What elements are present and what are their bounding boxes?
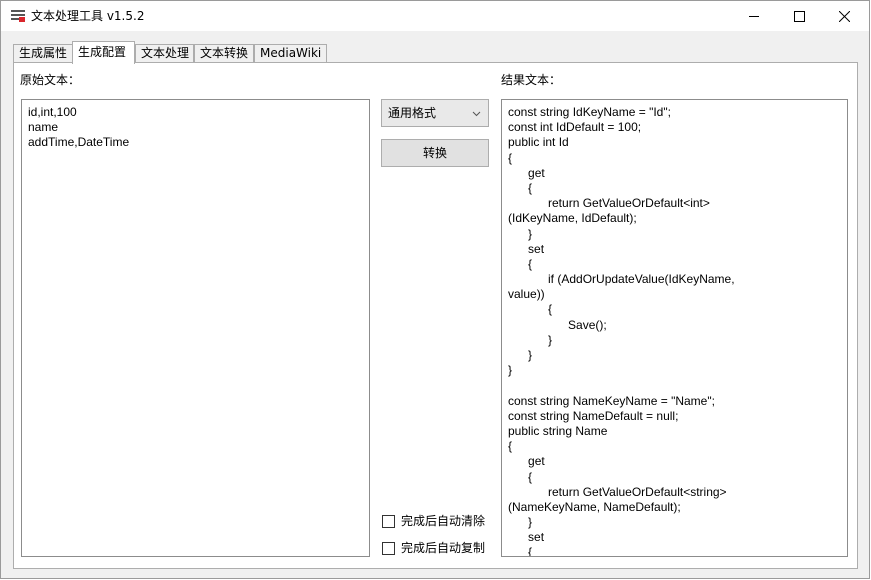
chevron-down-icon [472, 111, 481, 117]
text-line: const int IdDefault = 100; [508, 120, 642, 135]
config-tab-panel: 原始文本： id,int,100 name addTime,DateTime 通用格… [13, 62, 858, 569]
text-line: if (AddOrUpdateValue(IdKeyName, [508, 272, 735, 287]
text-line: name [28, 120, 59, 135]
text-line: } [508, 332, 553, 347]
text-line: { [508, 545, 533, 557]
text-line: } [508, 226, 533, 241]
format-select-value: 通用格式 [388, 106, 437, 120]
text-line: (IdKeyName, IdDefault); [508, 211, 637, 226]
text-line: return GetValueOrDefault<int> [508, 196, 710, 211]
tab-text-conversion[interactable]: 文本转换 [194, 44, 254, 63]
text-line: { [508, 150, 513, 165]
result-text-label: 结果文本： [501, 73, 562, 87]
close-icon [838, 10, 850, 22]
text-line: } [508, 348, 533, 362]
minimize-button[interactable] [731, 1, 777, 31]
text-line: { [508, 180, 533, 195]
text-line: { [508, 439, 513, 454]
window-title: 文本处理工具 v1.5.2 [31, 9, 145, 23]
maximize-button[interactable] [776, 1, 822, 31]
app-icon [10, 9, 26, 23]
text-line: addTime,DateTime [28, 135, 130, 150]
text-line: set [508, 241, 545, 256]
text-line: { [508, 256, 533, 271]
text-line: get [508, 454, 545, 469]
text-line: } [508, 515, 533, 530]
auto-clear-checkbox[interactable] [382, 515, 395, 528]
text-line: Save(); [508, 317, 607, 332]
title-bar: 文本处理工具 v1.5.2 [1, 1, 869, 31]
tab-mediawiki[interactable]: MediaWiki [254, 44, 327, 63]
text-line: { [508, 302, 553, 317]
text-line [508, 378, 841, 393]
convert-button[interactable]: 转换 [381, 139, 489, 167]
text-line: } [508, 363, 513, 378]
text-line: const string NameDefault = null; [508, 408, 679, 423]
minimize-icon [749, 16, 759, 17]
text-line: get [508, 165, 545, 180]
text-line: { [508, 469, 533, 484]
auto-copy-checkbox[interactable] [382, 542, 395, 555]
auto-copy-label: 完成后自动复制 [401, 541, 486, 555]
text-line: value)) [508, 287, 545, 302]
source-text-label: 原始文本： [20, 73, 81, 87]
auto-clear-label: 完成后自动清除 [401, 514, 486, 528]
source-textarea[interactable]: id,int,100 name addTime,DateTime [21, 99, 370, 557]
close-button[interactable] [821, 1, 867, 31]
text-line: public string Name [508, 423, 608, 438]
text-line: public int Id [508, 135, 569, 150]
text-line: set [508, 530, 545, 545]
tab-generate-properties[interactable]: 生成属性 [13, 44, 73, 63]
text-line: return GetValueOrDefault<string> [508, 484, 727, 499]
text-line: (NameKeyName, NameDefault); [508, 499, 681, 514]
tab-text-processing[interactable]: 文本处理 [135, 44, 194, 63]
tab-generate-config[interactable]: 生成配置 [72, 41, 135, 64]
app-window: 文本处理工具 v1.5.2 生成属性 生成配置 文本处理 文本转换 MediaW… [0, 0, 870, 579]
format-select[interactable]: 通用格式 [381, 99, 489, 127]
maximize-icon [793, 10, 805, 22]
text-line: const string NameKeyName = "Name"; [508, 393, 715, 408]
result-textarea[interactable]: const string IdKeyName = "Id"; const int … [501, 99, 848, 557]
text-line: id,int,100 [28, 105, 77, 119]
text-line: const string IdKeyName = "Id"; [508, 105, 671, 119]
